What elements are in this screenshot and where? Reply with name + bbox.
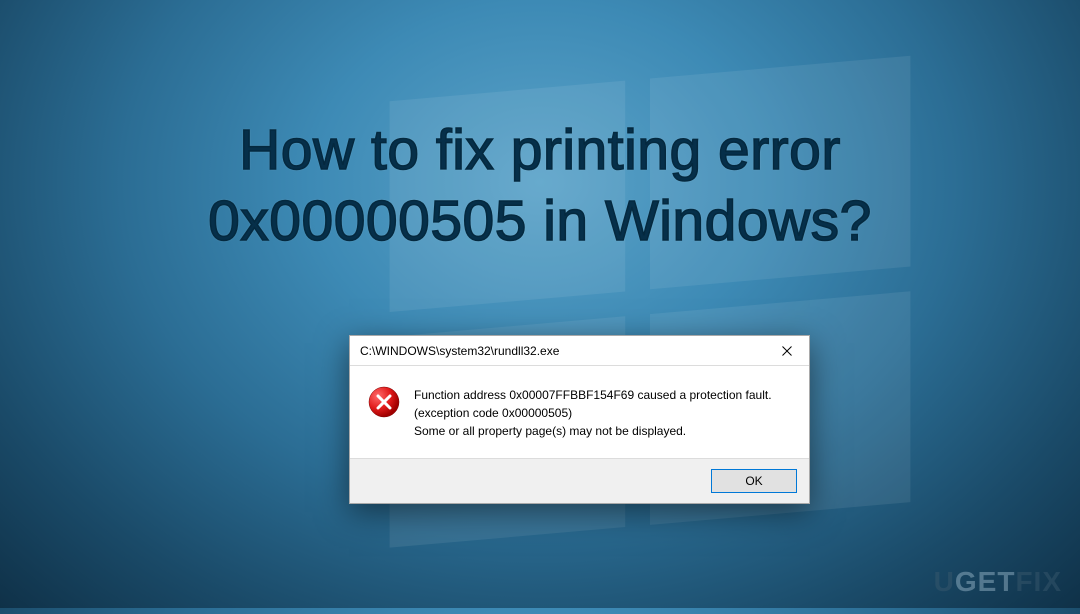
background-windows-logo <box>0 0 1080 608</box>
dialog-message: Function address 0x00007FFBBF154F69 caus… <box>414 386 772 440</box>
dialog-footer: OK <box>350 458 809 503</box>
error-icon <box>368 386 400 418</box>
headline-line-1: How to fix printing error <box>239 118 841 182</box>
error-dialog: C:\WINDOWS\system32\rundll32.exe Functio… <box>349 335 810 504</box>
watermark-text: UGETFIX <box>934 566 1062 598</box>
dialog-body: Function address 0x00007FFBBF154F69 caus… <box>350 366 809 458</box>
page-headline: How to fix printing error 0x00000505 in … <box>0 115 1080 258</box>
close-button[interactable] <box>765 336 809 366</box>
dialog-titlebar: C:\WINDOWS\system32\rundll32.exe <box>350 336 809 366</box>
headline-line-2: 0x00000505 in Windows? <box>208 189 872 253</box>
close-icon <box>782 346 792 356</box>
message-line-2: (exception code 0x00000505) <box>414 404 772 422</box>
ok-button[interactable]: OK <box>711 469 797 493</box>
message-line-3: Some or all property page(s) may not be … <box>414 422 772 440</box>
message-line-1: Function address 0x00007FFBBF154F69 caus… <box>414 386 772 404</box>
windows-logo-icon <box>340 0 960 614</box>
dialog-title: C:\WINDOWS\system32\rundll32.exe <box>360 344 559 358</box>
